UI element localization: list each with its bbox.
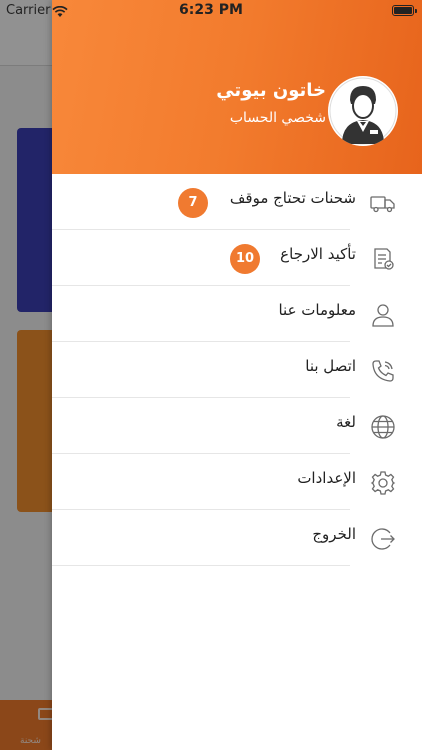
clipboard-check-icon (370, 246, 396, 272)
side-drawer: خاتون بيوتي شخصي الحساب شحنات تحتاج موقف… (52, 0, 422, 750)
menu-item-label: شحنات تحتاج موقف (229, 189, 356, 207)
user-name: خاتون بيوتي (216, 80, 326, 101)
battery-icon (392, 5, 417, 16)
status-bar: Carrier 6:23 PM (0, 0, 422, 22)
menu-item-label: تأكيد الارجاع (280, 245, 356, 263)
avatar[interactable] (328, 76, 398, 146)
user-icon (370, 302, 396, 328)
drawer-menu: شحنات تحتاج موقف 7 تأكيد الارجاع 10 معلو… (52, 174, 422, 566)
truck-icon (370, 190, 396, 216)
menu-item-label: معلومات عنا (278, 301, 356, 319)
avatar-person-icon (329, 77, 397, 145)
user-subtitle: شخصي الحساب (229, 110, 326, 126)
status-time: 6:23 PM (179, 2, 243, 18)
count-badge: 7 (178, 188, 208, 218)
menu-item-language[interactable]: لغة (52, 398, 422, 454)
menu-item-pending-shipments[interactable]: شحنات تحتاج موقف 7 (52, 174, 422, 230)
menu-item-label: الإعدادات (297, 469, 356, 487)
gear-icon (370, 470, 396, 496)
drawer-header: خاتون بيوتي شخصي الحساب (52, 0, 422, 174)
menu-item-label: الخروج (312, 525, 356, 543)
menu-item-contact-us[interactable]: اتصل بنا (52, 342, 422, 398)
menu-item-label: لغة (336, 413, 356, 431)
menu-item-settings[interactable]: الإعدادات (52, 454, 422, 510)
phone-icon (370, 358, 396, 384)
globe-icon (370, 414, 396, 440)
menu-item-return-confirmation[interactable]: تأكيد الارجاع 10 (52, 230, 422, 286)
count-badge: 10 (230, 244, 260, 274)
menu-item-label: اتصل بنا (305, 357, 356, 375)
menu-item-about-us[interactable]: معلومات عنا (52, 286, 422, 342)
logout-icon (370, 526, 396, 552)
menu-item-logout[interactable]: الخروج (52, 510, 422, 566)
